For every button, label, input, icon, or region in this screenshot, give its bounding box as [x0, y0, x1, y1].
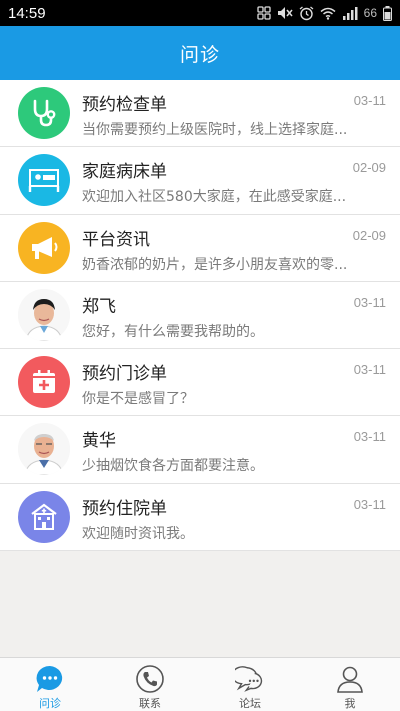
hospital-building-icon: [18, 490, 70, 543]
list-item[interactable]: 预约检查单 03-11 当你需要预约上级医院时，线上选择家庭...: [0, 80, 400, 148]
megaphone-icon: [18, 221, 70, 274]
item-title: 预约检查单: [82, 95, 167, 115]
forum-icon: [235, 664, 265, 694]
tab-me[interactable]: 我: [300, 658, 400, 711]
nav-label: 联系: [139, 697, 161, 710]
item-preview: 奶香浓郁的奶片，是许多小朋友喜欢的零...: [82, 256, 348, 273]
item-preview: 少抽烟饮食各方面都要注意。: [82, 458, 264, 475]
item-title: 预约住院单: [82, 498, 167, 519]
item-date: 03-11: [353, 294, 386, 310]
item-title: 郑飞: [82, 296, 116, 317]
item-title: 预约门诊单: [82, 364, 167, 385]
list-item[interactable]: 家庭病床单 02-09 欢迎加入社区580大家庭，在此感受家庭...: [0, 147, 400, 215]
tab-consult[interactable]: 问诊: [0, 658, 100, 711]
signal-icon: [342, 6, 358, 20]
hospital-bed-icon: [18, 154, 70, 207]
status-icons: 66: [256, 5, 392, 21]
alarm-icon: [299, 5, 314, 20]
item-date: 03-11: [353, 429, 386, 445]
item-date: 03-11: [353, 496, 386, 512]
doctor-avatar: [18, 288, 70, 341]
nav-label: 问诊: [39, 697, 61, 710]
wifi-icon: [320, 7, 336, 20]
tab-contact[interactable]: 联系: [100, 658, 200, 711]
mute-icon: [277, 7, 293, 19]
list-item[interactable]: 郑飞 03-11 您好，有什么需要我帮助的。: [0, 282, 400, 350]
app-grid-icon: [256, 6, 271, 20]
nav-label: 我: [344, 697, 356, 710]
list-item[interactable]: 预约门诊单 03-11 你是不是感冒了？: [0, 349, 400, 417]
profile-icon: [335, 664, 365, 694]
item-preview: 欢迎随时资讯我。: [82, 525, 194, 542]
list-item[interactable]: 平台资讯 02-09 奶香浓郁的奶片，是许多小朋友喜欢的零...: [0, 215, 400, 282]
item-preview: 当你需要预约上级医院时，线上选择家庭...: [82, 122, 348, 138]
item-preview: 您好，有什么需要我帮助的。: [82, 323, 264, 340]
chat-icon: [35, 664, 65, 694]
doctor-avatar: [18, 423, 70, 476]
list-item[interactable]: 黄华 03-11 少抽烟饮食各方面都要注意。: [0, 416, 400, 484]
bottom-nav: 问诊 联系 论坛 我: [0, 657, 400, 711]
item-title: 黄华: [82, 431, 116, 452]
battery-level: 66: [363, 6, 377, 20]
item-preview: 你是不是感冒了？: [82, 391, 194, 408]
list-item[interactable]: 预约住院单 03-11 欢迎随时资讯我。: [0, 484, 400, 552]
item-title: 家庭病床单: [82, 162, 167, 183]
page-title: 问诊: [179, 43, 220, 66]
header: 问诊: [0, 26, 400, 80]
tab-forum[interactable]: 论坛: [200, 658, 300, 711]
status-bar: 14:59 66: [0, 0, 400, 26]
item-date: 03-11: [353, 93, 386, 108]
message-list: 预约检查单 03-11 当你需要预约上级医院时，线上选择家庭... 家庭病床单 …: [0, 80, 400, 552]
item-title: 平台资讯: [82, 229, 150, 250]
stethoscope-icon: [18, 87, 70, 139]
item-preview: 欢迎加入社区580大家庭，在此感受家庭...: [82, 189, 347, 206]
battery-icon: [383, 5, 392, 21]
item-date: 02-09: [352, 160, 386, 176]
status-time: 14:59: [8, 4, 46, 22]
item-date: 03-11: [353, 362, 386, 378]
phone-icon: [135, 664, 165, 694]
item-date: 02-09: [352, 227, 386, 243]
calendar-plus-icon: [18, 356, 70, 409]
nav-label: 论坛: [239, 697, 261, 710]
